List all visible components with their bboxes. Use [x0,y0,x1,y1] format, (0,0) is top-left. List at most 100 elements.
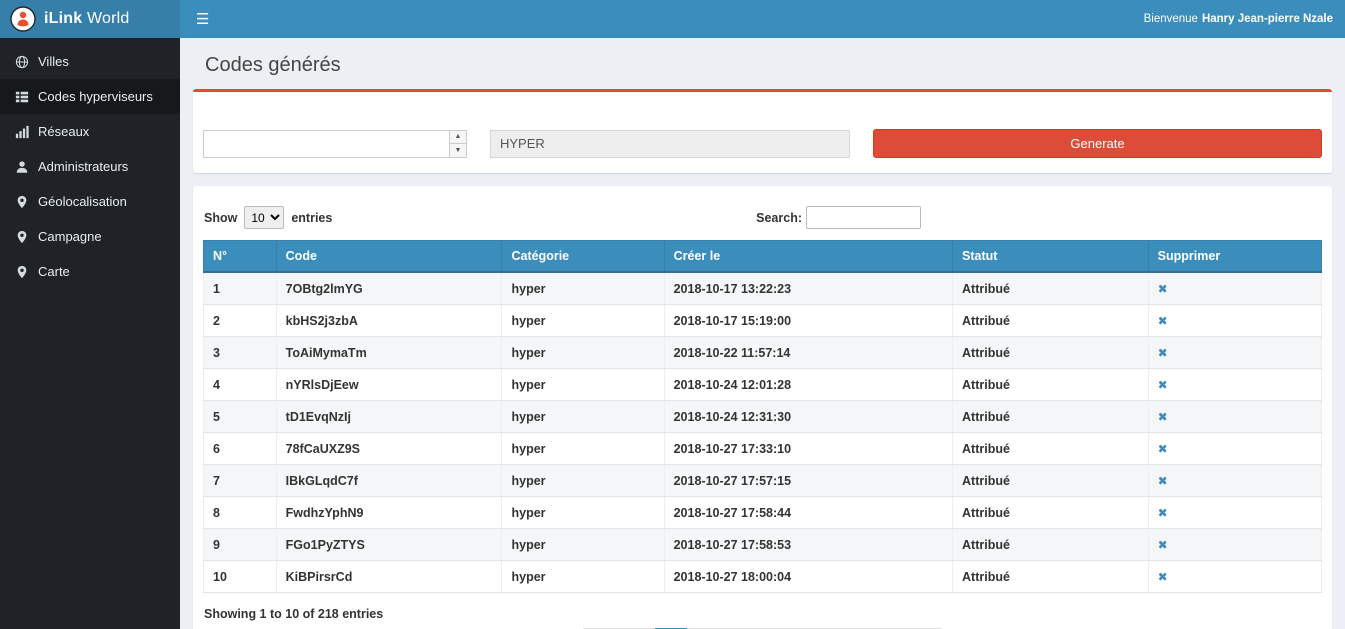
cell-delete: ✖ [1148,337,1321,369]
cell-created: 2018-10-27 17:58:53 [664,529,952,561]
delete-icon[interactable]: ✖ [1158,506,1168,520]
table-row: 4nYRlsDjEewhyper2018-10-24 12:01:28Attri… [204,369,1322,401]
column-header-code[interactable]: Code [276,241,502,273]
cell-status: Attribué [953,433,1149,465]
delete-icon[interactable]: ✖ [1158,410,1168,424]
column-header-creer-le[interactable]: Créer le [664,241,952,273]
cell-status: Attribué [953,401,1149,433]
sidebar-item-label: Campagne [38,229,102,244]
cell-code: IBkGLqdC7f [276,465,502,497]
category-field[interactable] [490,130,850,158]
sidebar-item-carte[interactable]: Carte [0,254,180,289]
table-row: 10KiBPirsrCdhyper2018-10-27 18:00:04Attr… [204,561,1322,593]
sidebar-item-geolocalisation[interactable]: Géolocalisation [0,184,180,219]
sidebar-item-campagne[interactable]: Campagne [0,219,180,254]
table-row: 8FwdhzYphN9hyper2018-10-27 17:58:44Attri… [204,497,1322,529]
delete-icon[interactable]: ✖ [1158,538,1168,552]
sidebar-item-administrateurs[interactable]: Administrateurs [0,149,180,184]
quantity-input[interactable] [204,131,449,157]
user-welcome: Bienvenue Hanry Jean-pierre Nzale [1144,0,1345,38]
cell-status: Attribué [953,465,1149,497]
cell-code: 78fCaUXZ9S [276,433,502,465]
table-panel: Show 10 entries Search: N°CodeCatégorieC… [193,186,1332,629]
signal-bars-icon [14,125,29,139]
cell-number: 10 [204,561,277,593]
page-length-select[interactable]: 10 [244,206,284,229]
page-length-control: Show 10 entries [204,206,332,229]
cell-status: Attribué [953,529,1149,561]
cell-number: 4 [204,369,277,401]
cell-number: 9 [204,529,277,561]
delete-icon[interactable]: ✖ [1158,314,1168,328]
cell-delete: ✖ [1148,465,1321,497]
datatable-footer: Showing 1 to 10 of 218 entries Previous1… [203,607,1322,629]
delete-icon[interactable]: ✖ [1158,570,1168,584]
map-marker-icon [14,195,29,209]
logo-area[interactable]: iLink World [0,0,180,38]
cell-code: FGo1PyZTYS [276,529,502,561]
table-row: 7IBkGLqdC7fhyper2018-10-27 17:57:15Attri… [204,465,1322,497]
cell-delete: ✖ [1148,497,1321,529]
cell-delete: ✖ [1148,433,1321,465]
sidebar-toggle-icon[interactable]: ☰ [180,0,225,38]
datatable-controls: Show 10 entries Search: [203,206,1322,229]
topbar: iLink World ☰ Bienvenue Hanry Jean-pierr… [0,0,1345,38]
cell-code: nYRlsDjEew [276,369,502,401]
sidebar-item-label: Réseaux [38,124,89,139]
cell-created: 2018-10-27 17:58:44 [664,497,952,529]
table-row: 3ToAiMymaTmhyper2018-10-22 11:57:14Attri… [204,337,1322,369]
cell-created: 2018-10-24 12:01:28 [664,369,952,401]
sidebar-item-villes[interactable]: Villes [0,44,180,79]
cell-delete: ✖ [1148,369,1321,401]
delete-icon[interactable]: ✖ [1158,282,1168,296]
brand-title: iLink World [44,10,129,28]
quantity-stepper: ▲ ▼ [203,130,467,158]
globe-icon [14,55,29,69]
cell-delete: ✖ [1148,561,1321,593]
sidebar-item-label: Administrateurs [38,159,128,174]
column-header-categorie[interactable]: Catégorie [502,241,664,273]
search-control: Search: [756,206,921,229]
search-label: Search: [756,211,802,225]
cell-delete: ✖ [1148,529,1321,561]
cell-code: kbHS2j3zbA [276,305,502,337]
table-row: 678fCaUXZ9Shyper2018-10-27 17:33:10Attri… [204,433,1322,465]
stepper-up-icon[interactable]: ▲ [450,131,466,145]
column-header-n[interactable]: N° [204,241,277,273]
cell-category: hyper [502,401,664,433]
page-title: Codes générés [193,38,1332,89]
entries-label: entries [291,211,332,225]
cell-delete: ✖ [1148,401,1321,433]
column-header-statut[interactable]: Statut [953,241,1149,273]
search-input[interactable] [806,206,921,229]
cell-status: Attribué [953,561,1149,593]
cell-category: hyper [502,561,664,593]
cell-status: Attribué [953,497,1149,529]
cell-code: tD1EvqNzIj [276,401,502,433]
cell-created: 2018-10-27 18:00:04 [664,561,952,593]
cell-created: 2018-10-27 17:33:10 [664,433,952,465]
cell-code: KiBPirsrCd [276,561,502,593]
cell-created: 2018-10-22 11:57:14 [664,337,952,369]
sidebar-item-codes-hyperviseurs[interactable]: Codes hyperviseurs [0,79,180,114]
delete-icon[interactable]: ✖ [1158,474,1168,488]
cell-created: 2018-10-17 15:19:00 [664,305,952,337]
cell-created: 2018-10-27 17:57:15 [664,465,952,497]
generate-button[interactable]: Generate [873,129,1322,158]
delete-icon[interactable]: ✖ [1158,442,1168,456]
cell-category: hyper [502,272,664,305]
codes-table: N°CodeCatégorieCréer leStatutSupprimer 1… [203,240,1322,593]
sidebar-item-label: Géolocalisation [38,194,127,209]
cell-created: 2018-10-17 13:22:23 [664,272,952,305]
brand-light: World [82,10,129,27]
list-icon [14,90,29,104]
user-icon [14,160,29,174]
stepper-down-icon[interactable]: ▼ [450,144,466,157]
cell-code: FwdhzYphN9 [276,497,502,529]
delete-icon[interactable]: ✖ [1158,346,1168,360]
cell-number: 7 [204,465,277,497]
sidebar-item-reseaux[interactable]: Réseaux [0,114,180,149]
delete-icon[interactable]: ✖ [1158,378,1168,392]
cell-category: hyper [502,337,664,369]
column-header-supprimer[interactable]: Supprimer [1148,241,1321,273]
